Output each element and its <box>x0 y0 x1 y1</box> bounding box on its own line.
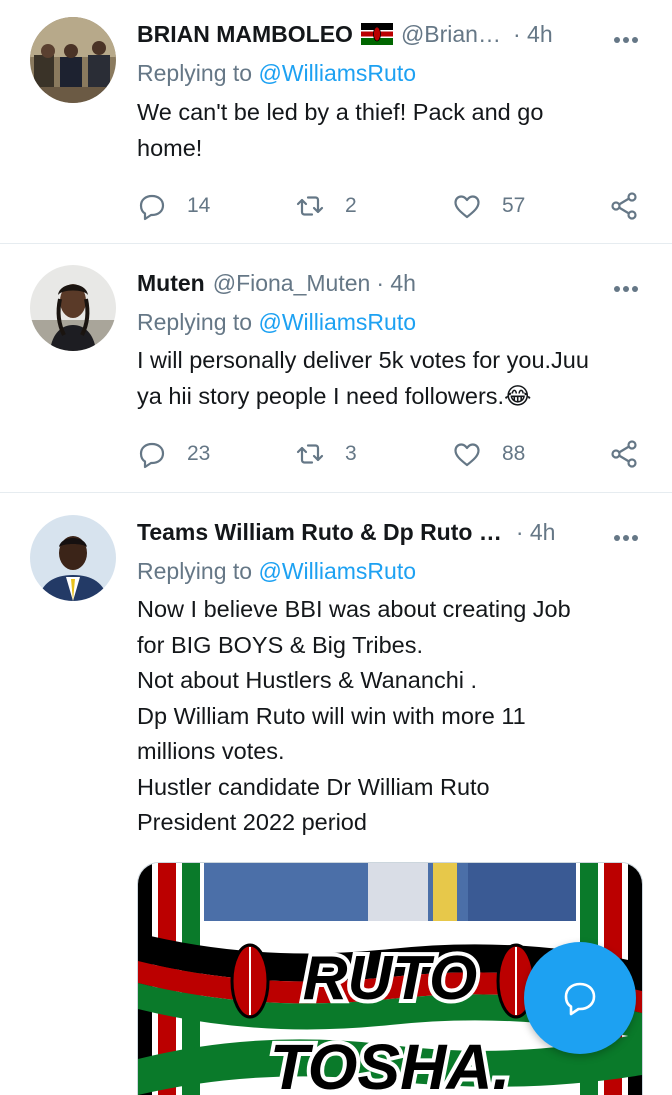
more-options-icon[interactable] <box>613 280 639 292</box>
kenya-flag-icon <box>360 23 393 45</box>
retweet-button[interactable]: 3 <box>295 437 357 471</box>
replying-prefix: Replying to <box>137 558 253 584</box>
tweet-2[interactable]: Muten @Fiona_Muten · 4h Replying to @Wil… <box>0 244 672 493</box>
reply-bubble-icon <box>564 982 596 1016</box>
replying-prefix: Replying to <box>137 309 253 335</box>
like-count: 57 <box>502 194 526 217</box>
reply-button[interactable]: 23 <box>137 437 210 471</box>
share-icon <box>611 440 637 468</box>
timestamp[interactable]: · 4h <box>513 21 553 48</box>
retweet-icon <box>296 444 324 464</box>
user-handle[interactable]: @Fiona_Muten <box>213 270 371 297</box>
heart-icon <box>454 443 480 467</box>
heart-icon <box>454 195 480 219</box>
share-button[interactable] <box>609 437 639 471</box>
replying-to: Replying to @WilliamsRuto <box>137 60 416 87</box>
more-options-icon[interactable] <box>613 529 639 541</box>
display-name[interactable]: BRIAN MAMBOLEO <box>137 21 353 48</box>
reply-icon <box>139 194 165 221</box>
reply-count: 23 <box>187 442 211 465</box>
avatar[interactable] <box>30 17 116 103</box>
retweet-count: 3 <box>345 442 357 465</box>
tweet-text: Now I believe BBI was about creating Job… <box>137 596 571 835</box>
share-icon <box>611 192 637 220</box>
tweet-actions: 14 2 57 <box>137 189 647 223</box>
avatar[interactable] <box>30 265 116 351</box>
display-name[interactable]: Teams William Ruto & Dp Ruto … <box>137 519 502 546</box>
media-text-tosha: TOSHA. <box>270 1031 511 1095</box>
tweet-text: I will personally deliver 5k votes for y… <box>137 347 589 409</box>
avatar[interactable] <box>30 515 116 601</box>
replying-prefix: Replying to <box>137 60 253 86</box>
timestamp[interactable]: · 4h <box>376 270 416 297</box>
replying-to-link[interactable]: @WilliamsRuto <box>258 309 416 335</box>
share-button[interactable] <box>609 189 639 223</box>
replying-to-link[interactable]: @WilliamsRuto <box>258 558 416 584</box>
tweet-actions: 23 3 88 <box>137 437 647 471</box>
like-count: 88 <box>502 442 526 465</box>
replying-to: Replying to @WilliamsRuto <box>137 558 416 585</box>
timestamp[interactable]: · 4h <box>516 519 556 546</box>
tweet-text: We can't be led by a thief! Pack and go … <box>137 99 544 161</box>
like-button[interactable]: 88 <box>452 437 525 471</box>
reply-count: 14 <box>187 194 211 217</box>
retweet-button[interactable]: 2 <box>295 189 357 223</box>
like-button[interactable]: 57 <box>452 189 525 223</box>
retweet-count: 2 <box>345 194 357 217</box>
retweet-icon <box>296 196 324 216</box>
replying-to-link[interactable]: @WilliamsRuto <box>258 60 416 86</box>
display-name[interactable]: Muten <box>137 270 205 297</box>
replying-to: Replying to @WilliamsRuto <box>137 309 416 336</box>
tweet-1[interactable]: BRIAN MAMBOLEO @Brian… · 4h Replying to … <box>0 0 672 244</box>
compose-reply-button[interactable] <box>524 942 636 1054</box>
media-text-ruto: RUTO <box>303 944 478 1013</box>
reply-icon <box>139 442 165 469</box>
reply-button[interactable]: 14 <box>137 189 210 223</box>
more-options-icon[interactable] <box>613 31 639 43</box>
user-handle[interactable]: @Brian… <box>401 21 501 48</box>
